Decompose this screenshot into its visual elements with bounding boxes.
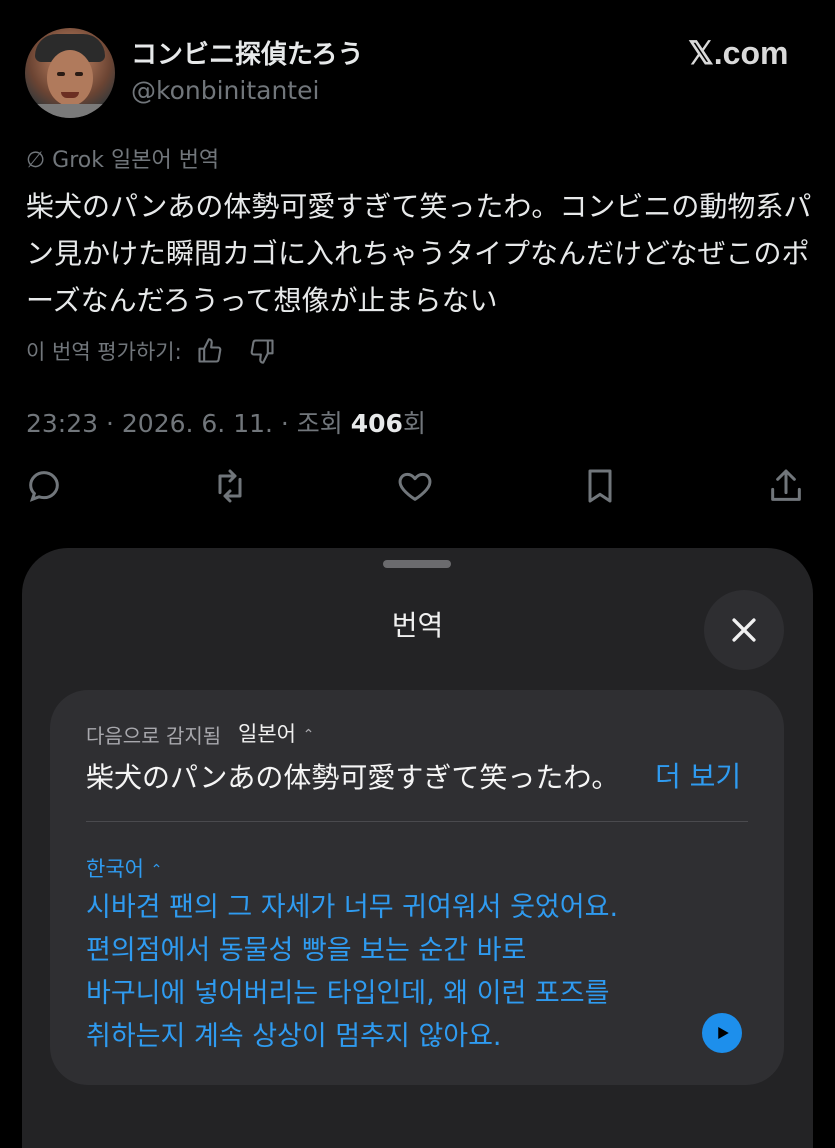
translated-line: 바구니에 넣어버리는 타입인데, 왜 이런 포즈를 [86, 978, 610, 1009]
reply-icon[interactable] [24, 466, 64, 506]
detected-label: 다음으로 감지됨 [86, 724, 222, 748]
grok-translation-label: ∅ Grok 일본어 번역 [26, 142, 219, 174]
chevron-updown-icon: ⌃ [302, 727, 315, 743]
target-language-selector[interactable]: 한국어 ⌃ [86, 853, 162, 883]
view-count: 406 [350, 409, 403, 438]
close-button[interactable] [704, 590, 784, 670]
translated-line: 편의점에서 동물성 빵을 보는 순간 바로 [86, 935, 527, 966]
bookmark-icon[interactable] [580, 466, 620, 506]
retweet-icon[interactable] [210, 466, 250, 506]
rate-translation: 이 번역 평가하기: [26, 336, 276, 366]
source-text: 柴犬のパンあの体勢可愛すぎて笑ったわ。 [86, 761, 620, 794]
author-handle[interactable]: @konbinitantei [131, 76, 319, 105]
tweet-time-date: 23:23 · 2026. 6. 11. · 조회 [26, 409, 351, 438]
thumbs-up-icon[interactable] [196, 337, 224, 365]
source-language-selector[interactable]: 일본어 ⌃ [238, 718, 314, 748]
chevron-updown-icon: ⌃ [150, 862, 163, 878]
no-icon: ∅ [26, 148, 46, 173]
source-language: 일본어 [238, 722, 296, 746]
target-language: 한국어 [86, 857, 144, 881]
like-icon[interactable] [395, 466, 435, 506]
author-name[interactable]: コンビニ探偵たろう [131, 34, 363, 71]
close-icon [732, 618, 756, 642]
view-suffix: 회 [402, 409, 426, 438]
thumbs-down-icon[interactable] [248, 337, 276, 365]
tweet-text: 柴犬のパンあの体勢可愛すぎて笑ったわ。コンビニの動物系パン見かけた瞬間カゴに入れ… [26, 190, 812, 317]
grok-translation-text: Grok 일본어 번역 [52, 148, 220, 173]
avatar[interactable] [25, 28, 115, 118]
translated-text: 시바견 팬의 그 자세가 너무 귀여워서 웃었어요. 편의점에서 동물성 빵을 … [86, 886, 736, 1058]
x-logo: 𝕏.com [688, 35, 789, 71]
translated-line: 취하는지 계속 상상이 멈추지 않아요. [86, 1021, 502, 1052]
sheet-grabber[interactable] [383, 560, 451, 568]
tweet-meta: 23:23 · 2026. 6. 11. · 조회 406회 [26, 404, 426, 440]
divider [86, 821, 748, 822]
rate-label: 이 번역 평가하기: [26, 340, 182, 364]
play-button[interactable] [702, 1013, 742, 1053]
play-icon [718, 1027, 729, 1039]
more-button[interactable]: 더 보기 [655, 755, 741, 795]
share-icon[interactable] [766, 466, 806, 506]
translated-line: 시바견 팬의 그 자세가 너무 귀여워서 웃었어요. [86, 892, 619, 923]
